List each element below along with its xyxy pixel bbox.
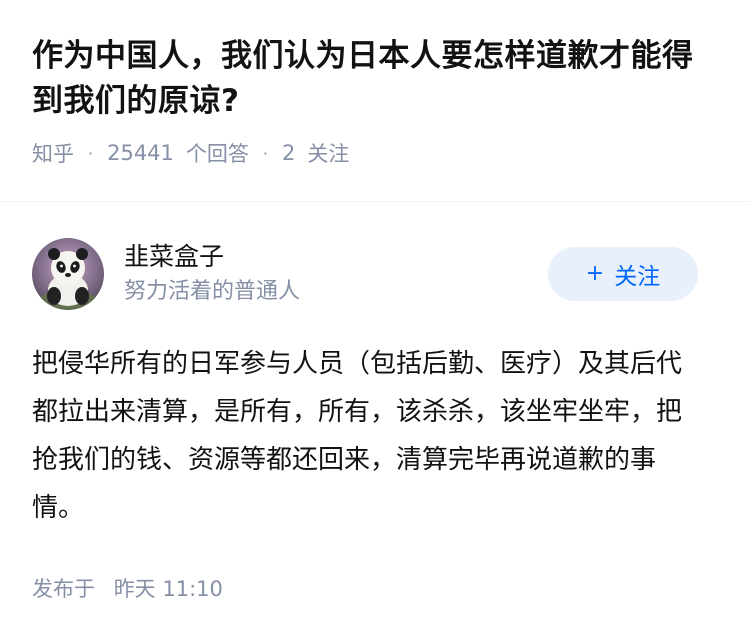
author-bio: 努力活着的普通人 [124, 279, 301, 304]
answer-count-label[interactable]: 个回答 [186, 138, 249, 168]
answer-count[interactable]: 25441 [107, 141, 174, 165]
follow-button[interactable]: + 关注 [548, 247, 698, 301]
panda-avatar-icon [32, 238, 104, 310]
follower-count[interactable]: 2 [282, 141, 295, 165]
question-meta: 知乎 · 25441 个回答 · 2 关注 [32, 138, 718, 168]
meta-separator: · [88, 143, 94, 163]
page: 作为中国人，我们认为日本人要怎样道歉才能得到我们的原谅? 知乎 · 25441 … [0, 0, 750, 634]
follow-button-label: 关注 [614, 264, 661, 290]
publish-time-value: 昨天 11:10 [113, 577, 223, 601]
question-header: 作为中国人，我们认为日本人要怎样道歉才能得到我们的原谅? 知乎 · 25441 … [0, 0, 750, 168]
question-title[interactable]: 作为中国人，我们认为日本人要怎样道歉才能得到我们的原谅? [32, 34, 718, 124]
answer-content[interactable]: 把侵华所有的日军参与人员（包括后勤、医疗）及其后代都拉出来清算，是所有，所有，该… [32, 340, 700, 532]
author-info: 韭菜盒子 努力活着的普通人 [124, 240, 548, 308]
source-label[interactable]: 知乎 [32, 138, 74, 168]
publish-label: 发布于 [32, 577, 95, 601]
author-row: 韭菜盒子 努力活着的普通人 + 关注 [32, 236, 718, 312]
answer-card: 韭菜盒子 努力活着的普通人 + 关注 把侵华所有的日军参与人员（包括后勤、医疗）… [0, 202, 750, 603]
plus-icon: + [585, 261, 605, 286]
meta-separator: · [262, 143, 268, 163]
author-name[interactable]: 韭菜盒子 [124, 240, 548, 274]
avatar[interactable] [32, 238, 104, 310]
follower-count-label[interactable]: 关注 [307, 138, 349, 168]
publish-time: 发布于 昨天 11:10 [32, 573, 718, 603]
